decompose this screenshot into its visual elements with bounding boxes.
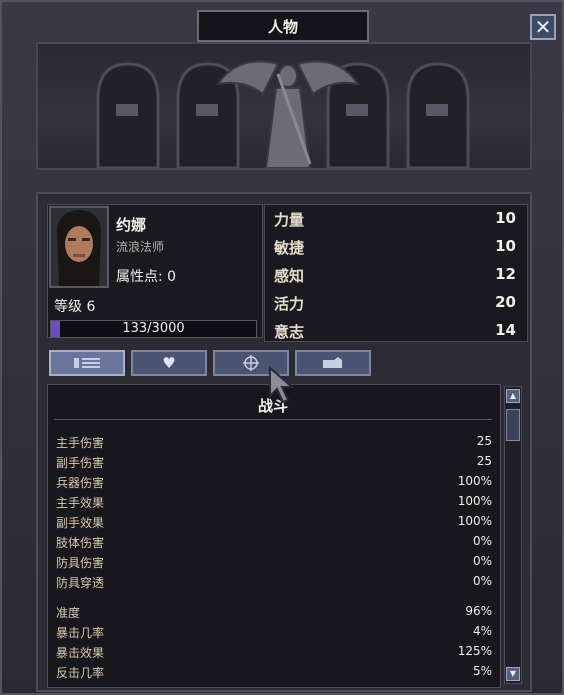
combat-row: 兵器伤害 100% — [56, 474, 492, 494]
tab-skills[interactable] — [295, 350, 371, 376]
combat-stat-value: 0% — [472, 534, 492, 548]
attribute-name: 意志 — [274, 323, 305, 341]
attribute-name: 活力 — [274, 295, 305, 313]
attribute-points: 属性点: 0 — [116, 266, 176, 286]
xp-text: 133/3000 — [122, 321, 185, 336]
close-button[interactable]: ✕ — [530, 14, 556, 40]
scroll-up-button[interactable]: ▲ — [506, 389, 520, 403]
gothic-banner — [36, 42, 532, 170]
combat-row: 准度 96% — [56, 604, 492, 624]
combat-stat-value: 125% — [457, 644, 492, 658]
scroll-down-button[interactable]: ▼ — [506, 667, 520, 681]
attribute-name: 力量 — [274, 211, 305, 229]
angel-statue-art — [96, 60, 470, 168]
combat-stat-name: 副手效果 — [56, 516, 105, 530]
combat-row: 副手伤害 25 — [56, 454, 492, 474]
mouse-cursor-icon — [269, 366, 295, 404]
attribute-willpower: 意志 14 — [274, 321, 518, 345]
combat-stat-value: 4% — [472, 624, 492, 638]
scrollbar[interactable]: ▲ ▼ — [504, 386, 522, 684]
combat-stat-name: 准度 — [56, 606, 81, 620]
close-icon: ✕ — [534, 15, 552, 39]
combat-stat-value: 100% — [457, 514, 492, 528]
combat-row: 肢体伤害 0% — [56, 534, 492, 554]
attribute-name: 感知 — [274, 267, 305, 285]
combat-stat-name: 防具伤害 — [56, 556, 105, 570]
tab-stats[interactable] — [49, 350, 125, 376]
xp-bar: 133/3000 — [50, 320, 257, 338]
combat-row: 反击几率 5% — [56, 664, 492, 684]
divider — [54, 419, 492, 420]
level-label: 等级 — [54, 299, 82, 315]
scroll-thumb[interactable] — [506, 409, 520, 441]
combat-stat-value: 100% — [457, 494, 492, 508]
hand-icon — [323, 357, 342, 368]
attribute-value: 14 — [495, 321, 516, 339]
combat-stat-value: 0% — [472, 574, 492, 588]
combat-row: 主手伤害 25 — [56, 434, 492, 454]
combat-stat-name: 肢体伤害 — [56, 536, 105, 550]
combat-stat-value: 96% — [465, 604, 492, 618]
character-window: 人物 ✕ 约娜 流浪法师 属性点: 0 等级 6 133/3000 力量 10 … — [0, 0, 564, 695]
attribute-value: 10 — [495, 209, 516, 227]
combat-stat-value: 0% — [472, 554, 492, 568]
combat-stat-value: 25 — [476, 454, 492, 468]
attribute-vitality: 活力 20 — [274, 293, 518, 317]
attribute-perception: 感知 12 — [274, 265, 518, 289]
attribute-value: 10 — [495, 237, 516, 255]
character-portrait — [49, 206, 109, 288]
combat-stat-name: 反击几率 — [56, 666, 105, 680]
combat-row: 副手效果 100% — [56, 514, 492, 534]
attribute-agility: 敏捷 10 — [274, 237, 518, 261]
crosshair-icon — [243, 355, 259, 371]
combat-stat-value: 25 — [476, 434, 492, 448]
combat-stat-name: 兵器伤害 — [56, 476, 105, 490]
combat-stat-name: 主手伤害 — [56, 436, 105, 450]
attribute-points-label: 属性点: — [116, 269, 168, 285]
combat-stat-name: 副手伤害 — [56, 456, 105, 470]
attribute-strength: 力量 10 — [274, 209, 518, 233]
level: 等级 6 — [54, 296, 95, 316]
level-value: 6 — [86, 299, 96, 315]
combat-stat-value: 5% — [472, 664, 492, 678]
arrow-up-icon: ▲ — [509, 391, 517, 400]
combat-stat-name: 暴击几率 — [56, 626, 105, 640]
heart-icon: ♥ — [162, 354, 176, 372]
window-title: 人物 — [197, 10, 369, 42]
combat-stat-name: 防具穿透 — [56, 576, 105, 590]
combat-row: 主手效果 100% — [56, 494, 492, 514]
attribute-points-value: 0 — [167, 269, 177, 285]
arrow-down-icon: ▼ — [509, 669, 517, 678]
attribute-value: 12 — [495, 265, 516, 283]
tab-health[interactable]: ♥ — [131, 350, 207, 376]
combat-row: 暴击效果 125% — [56, 644, 492, 664]
combat-row: 防具穿透 0% — [56, 574, 492, 594]
combat-stat-name: 暴击效果 — [56, 646, 105, 660]
combat-row: 暴击几率 4% — [56, 624, 492, 644]
combat-stat-value: 100% — [457, 474, 492, 488]
attribute-value: 20 — [495, 293, 516, 311]
attribute-name: 敏捷 — [274, 239, 305, 257]
portrait-image — [51, 208, 107, 286]
character-class: 流浪法师 — [116, 240, 165, 254]
combat-row: 防具伤害 0% — [56, 554, 492, 574]
list-icon — [74, 358, 100, 368]
character-name: 约娜 — [116, 216, 147, 234]
combat-stat-name: 主手效果 — [56, 496, 105, 510]
